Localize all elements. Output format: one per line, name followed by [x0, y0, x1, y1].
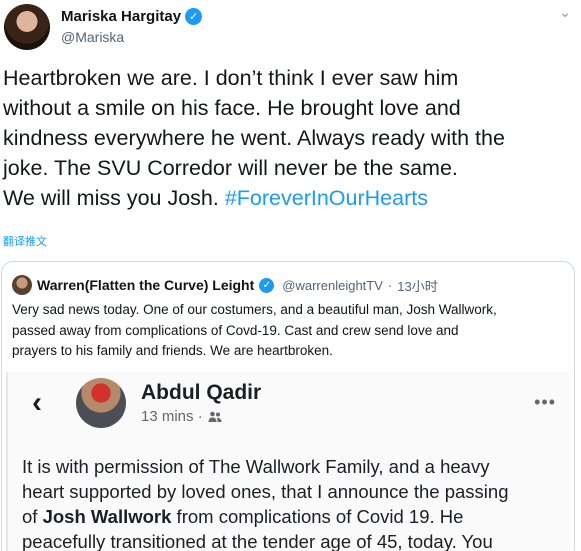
author-name-row[interactable]: Mariska Hargitay ✓: [61, 8, 203, 25]
fb-text-fragment: of: [22, 506, 43, 527]
verified-badge-icon: ✓: [185, 8, 203, 25]
friends-icon: [208, 411, 222, 422]
fb-post-time: 13 mins ·: [141, 408, 203, 425]
facebook-post-screenshot[interactable]: ‹ Abdul Qadir 13 mins · ••• It is with p…: [6, 372, 570, 551]
tweet-text-line-last: We will miss you Josh. #ForeverInOurHear…: [3, 183, 573, 213]
fb-text-line: peacefully transitioned at the tender ag…: [22, 531, 493, 551]
author-handle[interactable]: @Mariska: [61, 29, 124, 45]
fb-post-meta: 13 mins ·: [141, 408, 222, 425]
tweet-text-line: joke. The SVU Corredor will never be the…: [3, 156, 458, 180]
tweet-text: Heartbroken we are. I don’t think I ever…: [3, 63, 573, 213]
quoted-tweet-header: Warren(Flatten the Curve) Leight ✓ @warr…: [12, 275, 438, 295]
quoted-tweet-text: Very sad news today. One of our costumer…: [12, 300, 568, 362]
more-options-icon: •••: [534, 392, 556, 412]
quoted-tweet-time[interactable]: 13小时: [397, 276, 437, 295]
quoted-tweet[interactable]: Warren(Flatten the Curve) Leight ✓ @warr…: [1, 261, 575, 551]
fb-text-line: It is with permission of The Wallwork Fa…: [22, 456, 490, 477]
separator-dot: ·: [387, 277, 393, 293]
hashtag-link[interactable]: #ForeverInOurHearts: [225, 186, 428, 210]
tweet-text-fragment: We will miss you Josh.: [3, 186, 225, 210]
author-avatar[interactable]: [4, 4, 50, 50]
fb-text-bold-name: Josh Wallwork: [42, 506, 172, 527]
chevron-down-icon[interactable]: ⌄: [559, 4, 571, 21]
quoted-text-line: passed away from complications of Covd-1…: [12, 322, 459, 338]
tweet-text-line: kindness everywhere he went. Always read…: [3, 126, 505, 150]
quoted-text-line: prayers to his family and friends. We ar…: [12, 343, 333, 358]
quoted-author-name[interactable]: Warren(Flatten the Curve) Leight: [37, 277, 254, 293]
fb-author-avatar: [76, 378, 126, 428]
tweet-text-line: without a smile on his face. He brought …: [3, 96, 461, 120]
tweet-text-line: Heartbroken we are. I don’t think I ever…: [3, 66, 459, 90]
fb-text-line: of Josh Wallwork from complications of C…: [22, 504, 562, 529]
author-name[interactable]: Mariska Hargitay: [61, 8, 181, 25]
quoted-author-handle[interactable]: @warrenleightTV: [282, 278, 383, 293]
fb-text-fragment: from complications of Covid 19. He: [171, 506, 464, 527]
verified-badge-icon: ✓: [259, 277, 275, 293]
fb-author-name: Abdul Qadir: [141, 381, 262, 404]
translate-tweet-link[interactable]: 翻译推文: [3, 233, 47, 249]
quoted-text-line: Very sad news today. One of our costumer…: [12, 302, 497, 317]
fb-post-text: It is with permission of The Wallwork Fa…: [22, 454, 562, 551]
fb-text-line: heart supported by loved ones, that I an…: [22, 481, 509, 502]
back-arrow-icon: ‹: [32, 386, 42, 419]
quoted-author-avatar[interactable]: [12, 275, 32, 295]
